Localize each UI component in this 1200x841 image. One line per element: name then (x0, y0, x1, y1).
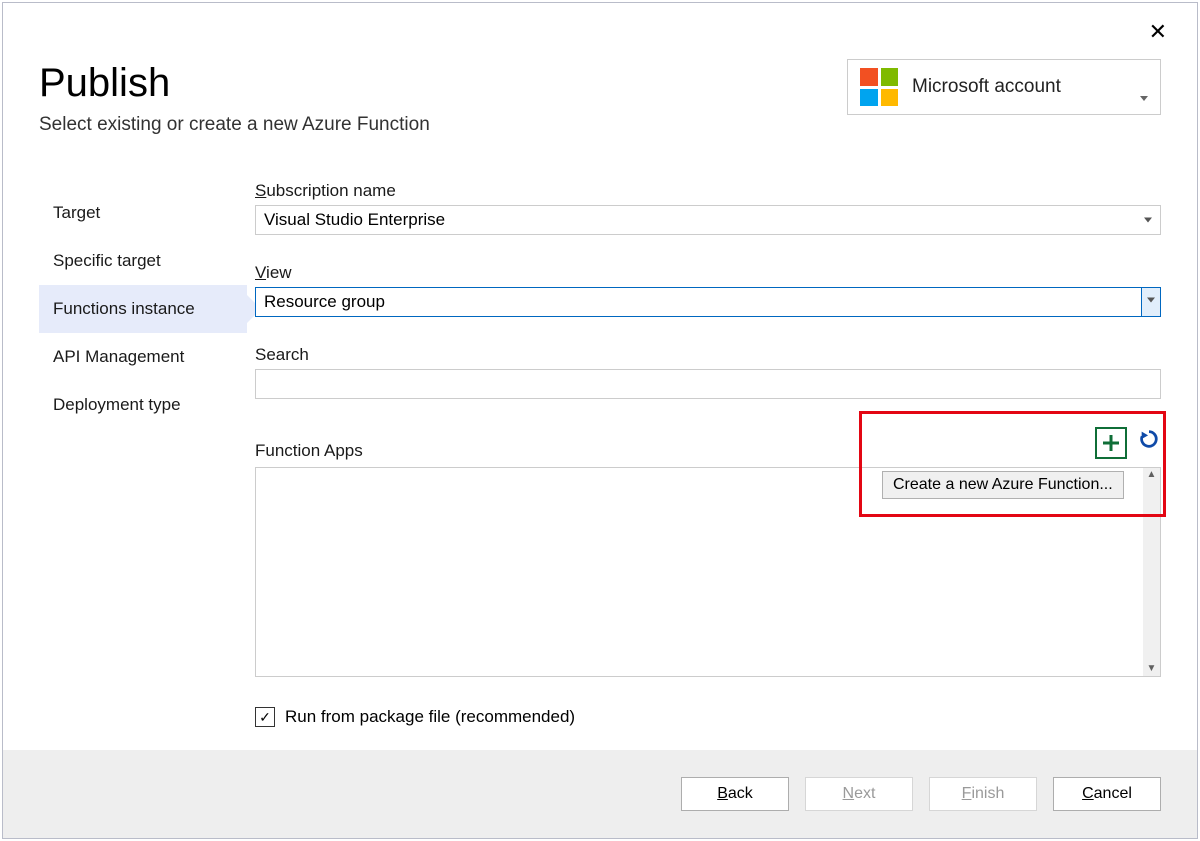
search-input[interactable] (264, 373, 1152, 395)
chevron-down-icon (1144, 218, 1152, 223)
close-icon[interactable]: ✕ (1149, 21, 1167, 43)
scroll-up-icon[interactable]: ▲ (1147, 470, 1157, 480)
scroll-down-icon[interactable]: ▼ (1147, 664, 1157, 674)
function-apps-header: Function Apps (255, 427, 1161, 461)
view-select[interactable]: Resource group (255, 287, 1161, 317)
step-functions-instance[interactable]: Functions instance (39, 285, 247, 333)
microsoft-logo-icon (860, 68, 898, 106)
plus-icon (1101, 433, 1121, 453)
view-value: Resource group (264, 292, 385, 312)
chevron-down-icon (1140, 96, 1148, 101)
back-button[interactable]: Back (681, 777, 789, 811)
next-button: Next (805, 777, 913, 811)
run-from-package-row[interactable]: ✓ Run from package file (recommended) (255, 707, 1161, 727)
function-apps-label: Function Apps (255, 441, 363, 461)
scrollbar[interactable]: ▲ ▼ (1143, 468, 1160, 676)
create-new-button[interactable] (1095, 427, 1127, 459)
run-from-package-label: Run from package file (recommended) (285, 707, 575, 727)
subscription-value: Visual Studio Enterprise (264, 210, 445, 230)
view-label: View (255, 263, 1161, 283)
dialog-title: Publish (39, 61, 430, 106)
form-area: Subscription name Visual Studio Enterpri… (255, 181, 1161, 727)
account-label: Microsoft account (912, 76, 1140, 98)
chevron-down-icon (1147, 297, 1155, 302)
create-new-tooltip: Create a new Azure Function... (882, 471, 1124, 499)
step-specific-target[interactable]: Specific target (39, 237, 247, 285)
dialog-header: Publish Select existing or create a new … (39, 61, 430, 136)
wizard-steps: Target Specific target Functions instanc… (39, 189, 247, 429)
account-selector[interactable]: Microsoft account (847, 59, 1161, 115)
dialog-footer: Back Next Finish Cancel (3, 750, 1197, 838)
subscription-label: Subscription name (255, 181, 1161, 201)
refresh-button[interactable] (1137, 427, 1161, 451)
search-input-wrapper (255, 369, 1161, 399)
finish-button: Finish (929, 777, 1037, 811)
run-from-package-checkbox[interactable]: ✓ (255, 707, 275, 727)
search-label: Search (255, 345, 1161, 365)
subscription-select[interactable]: Visual Studio Enterprise (255, 205, 1161, 235)
step-target[interactable]: Target (39, 189, 247, 237)
publish-dialog: ✕ Publish Select existing or create a ne… (2, 2, 1198, 839)
dialog-subtitle: Select existing or create a new Azure Fu… (39, 114, 430, 136)
step-deployment-type[interactable]: Deployment type (39, 381, 247, 429)
step-api-management[interactable]: API Management (39, 333, 247, 381)
refresh-icon (1138, 428, 1160, 450)
cancel-button[interactable]: Cancel (1053, 777, 1161, 811)
